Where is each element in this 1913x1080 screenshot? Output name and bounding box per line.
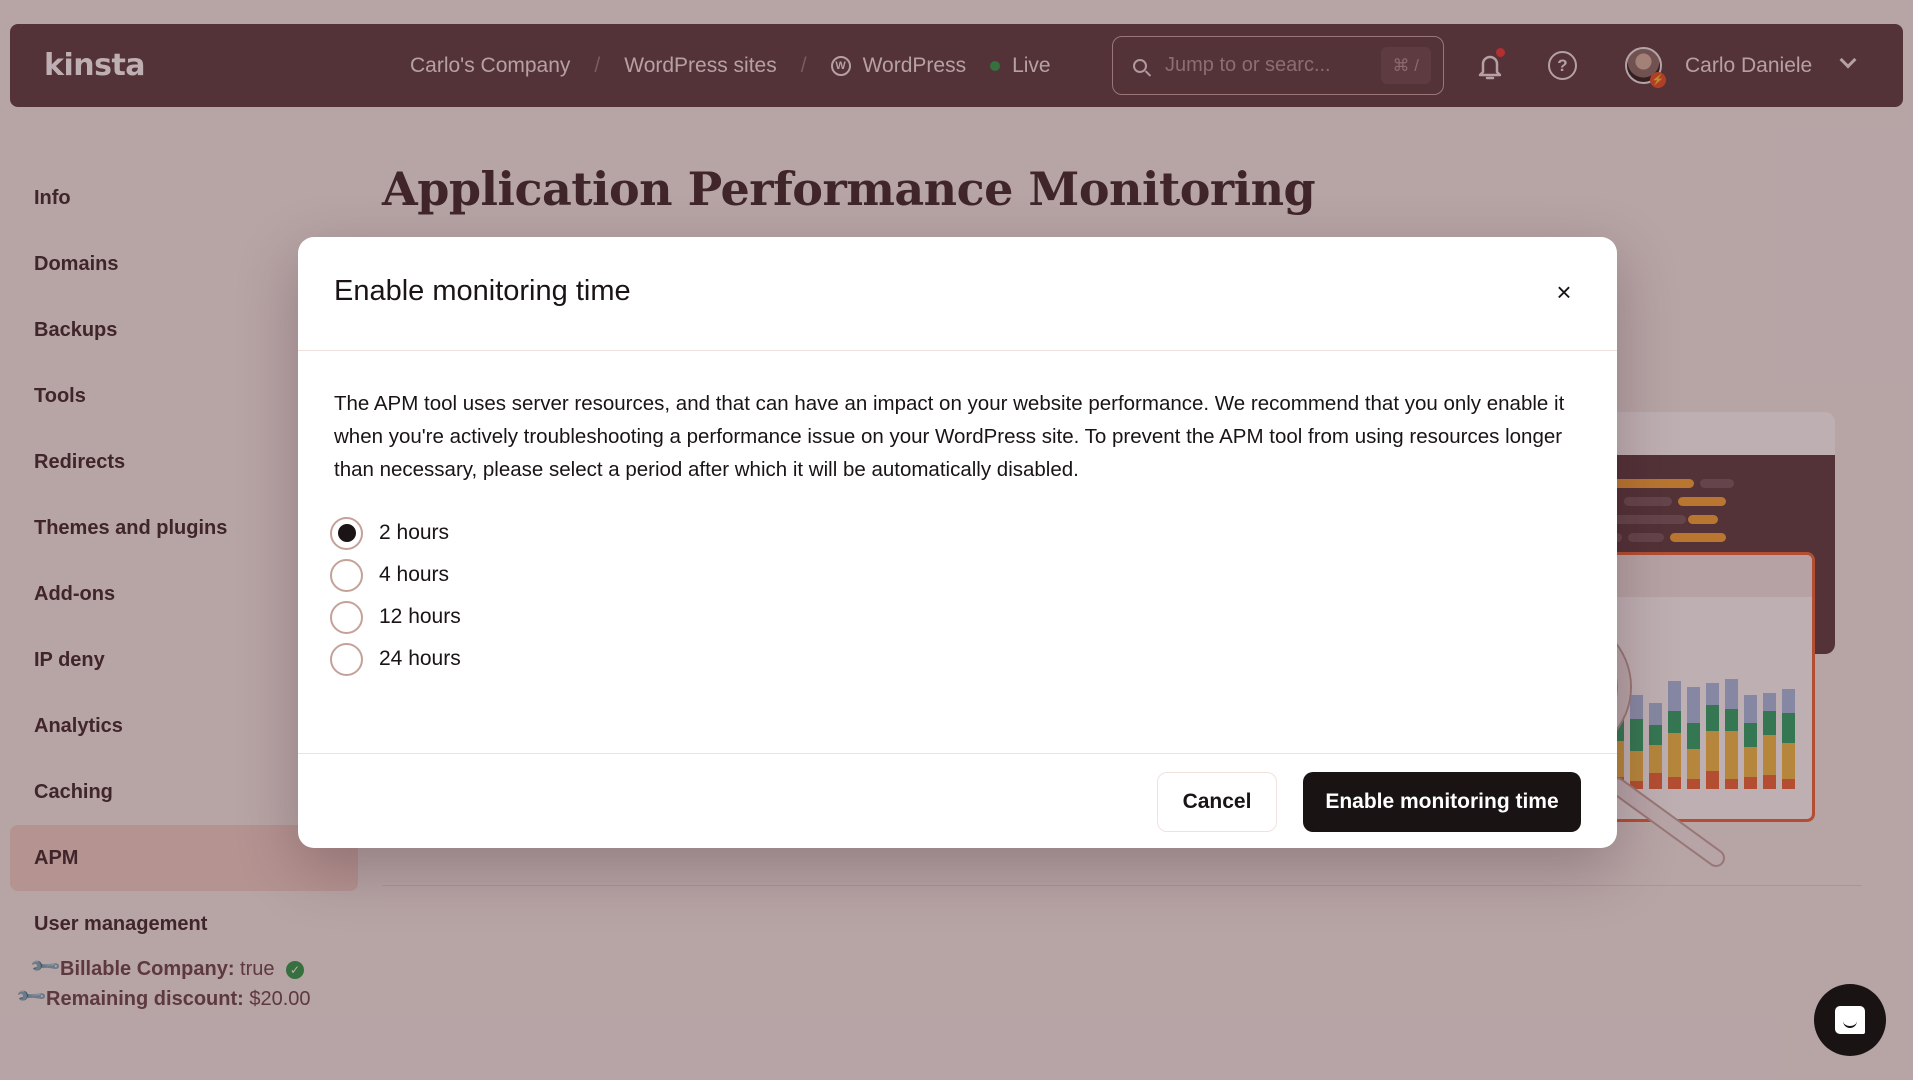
radio-option-2-hours[interactable]: 2 hours [330, 512, 1584, 554]
enable-monitoring-time-button[interactable]: Enable monitoring time [1303, 772, 1581, 832]
radio-label: 2 hours [379, 521, 450, 544]
radio-label: 4 hours [379, 563, 450, 586]
radio-option-4-hours[interactable]: 4 hours [330, 554, 1584, 596]
modal-footer: Cancel Enable monitoring time [298, 753, 1617, 848]
modal-title: Enable monitoring time [334, 275, 631, 307]
chat-support-button[interactable] [1814, 984, 1886, 1056]
radio-button[interactable] [330, 600, 363, 634]
radio-selected-indicator [337, 524, 356, 542]
close-icon: × [1556, 276, 1572, 307]
radio-option-12-hours[interactable]: 12 hours [330, 596, 1584, 638]
modal-header: Enable monitoring time × [298, 237, 1617, 351]
modal-description: The APM tool uses server resources, and … [334, 392, 1565, 481]
monitoring-duration-radio-group: 2 hours 4 hours 12 hours 24 hours [330, 512, 1584, 680]
radio-button[interactable] [330, 558, 363, 592]
cancel-button[interactable]: Cancel [1157, 772, 1277, 832]
radio-option-24-hours[interactable]: 24 hours [330, 638, 1584, 680]
modal-body: The APM tool uses server resources, and … [330, 387, 1584, 680]
chat-icon [1835, 1006, 1865, 1034]
radio-button[interactable] [330, 516, 363, 550]
enable-monitoring-modal: Enable monitoring time × The APM tool us… [298, 237, 1617, 848]
radio-button[interactable] [330, 642, 363, 676]
radio-label: 12 hours [379, 605, 461, 628]
radio-label: 24 hours [379, 647, 461, 670]
close-button[interactable]: × [1549, 277, 1579, 307]
